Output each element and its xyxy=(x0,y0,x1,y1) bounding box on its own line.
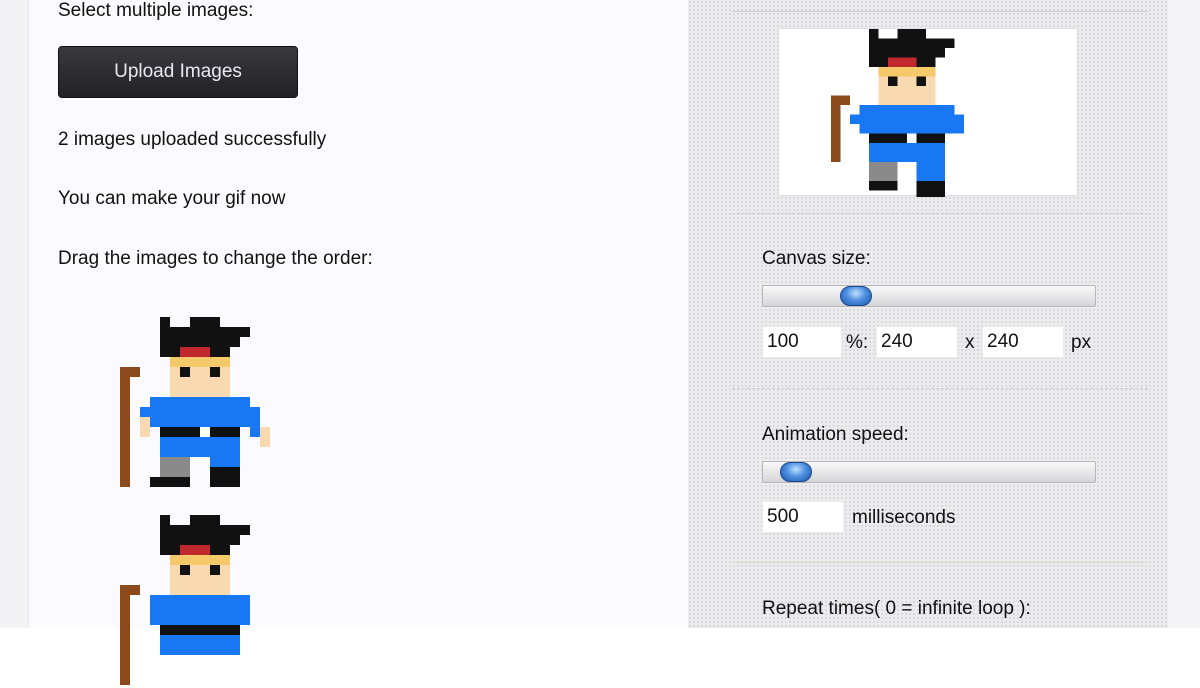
canvas-size-label: Canvas size: xyxy=(762,248,871,269)
section-divider xyxy=(732,213,1148,214)
animation-speed-slider-knob[interactable] xyxy=(780,462,812,482)
uploaded-image-1[interactable] xyxy=(120,314,280,490)
section-divider xyxy=(732,388,1148,389)
animation-speed-input[interactable]: 500 xyxy=(762,501,844,533)
pixel-unit-label: px xyxy=(1071,332,1092,353)
canvas-percent-input[interactable]: 100 xyxy=(762,326,842,358)
make-gif-hint: You can make your gif now xyxy=(58,188,286,209)
animation-speed-slider[interactable] xyxy=(762,461,1096,483)
section-divider xyxy=(732,11,1148,12)
canvas-height-input[interactable]: 240 xyxy=(982,326,1064,358)
pixel-character-sprite-icon xyxy=(831,29,964,197)
preview-sprite xyxy=(831,29,964,197)
canvas-size-slider[interactable] xyxy=(762,285,1096,307)
percent-suffix: %: xyxy=(846,332,869,353)
page-margin xyxy=(1168,0,1200,628)
pixel-character-sprite-icon xyxy=(120,317,270,487)
pixel-character-sprite-icon xyxy=(120,515,250,685)
select-images-label: Select multiple images: xyxy=(58,0,254,21)
animation-speed-label: Animation speed: xyxy=(762,424,909,445)
gif-preview xyxy=(778,28,1078,197)
canvas-width-input[interactable]: 240 xyxy=(876,326,958,358)
dimension-separator: x xyxy=(965,332,975,353)
upload-status-text: 2 images uploaded successfully xyxy=(58,129,327,150)
canvas-size-slider-knob[interactable] xyxy=(840,286,872,306)
milliseconds-unit-label: milliseconds xyxy=(852,507,956,528)
uploaded-image-2[interactable] xyxy=(120,512,280,688)
upload-images-button[interactable]: Upload Images xyxy=(58,46,298,98)
drag-order-hint: Drag the images to change the order: xyxy=(58,248,373,269)
section-divider xyxy=(732,562,1148,563)
repeat-times-label: Repeat times( 0 = infinite loop ): xyxy=(762,598,1031,619)
